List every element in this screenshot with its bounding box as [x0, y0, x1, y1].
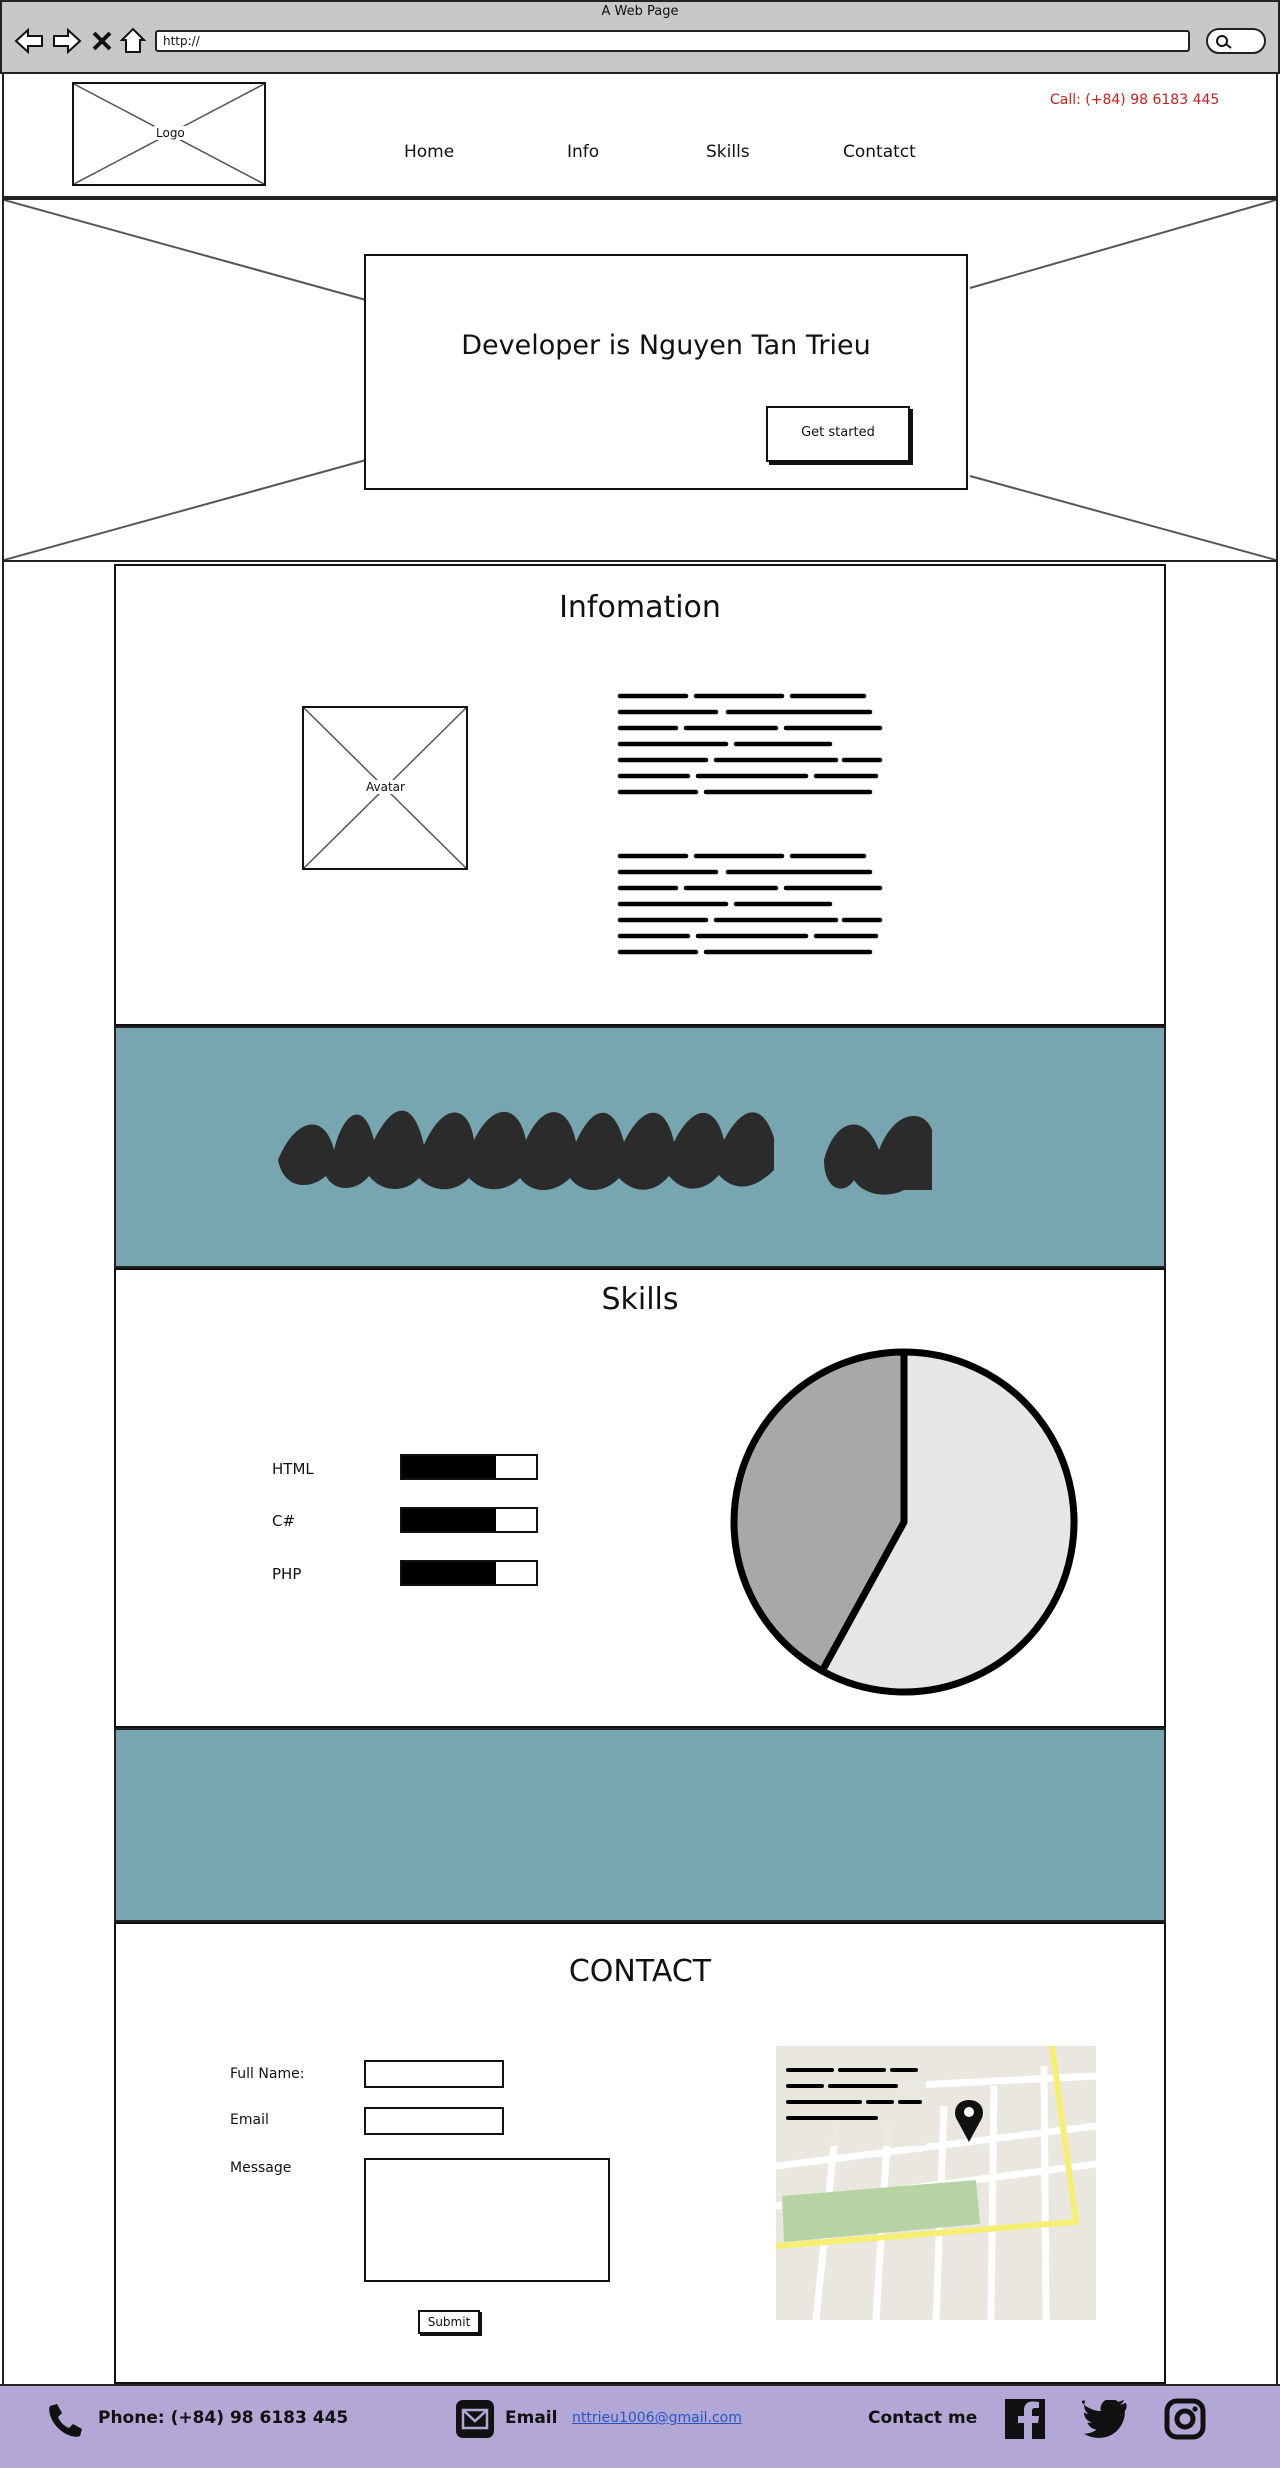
- avatar-label: Avatar: [364, 780, 407, 794]
- skills-title: Skills: [601, 1282, 679, 1317]
- footer-phone[interactable]: Phone: (+84) 98 6183 445: [98, 2408, 348, 2428]
- browser-search-box[interactable]: [1206, 28, 1266, 54]
- skill-bar-php: [400, 1560, 538, 1586]
- phone-icon: [49, 2404, 82, 2437]
- nav-home[interactable]: Home: [404, 142, 454, 162]
- call-number[interactable]: Call: (+84) 98 6183 445: [1050, 92, 1219, 108]
- home-icon[interactable]: [119, 27, 147, 53]
- skill-name-html: HTML: [272, 1460, 314, 1478]
- footer-email-link[interactable]: nttrieu1006@gmail.com: [572, 2410, 742, 2426]
- avatar-placeholder: Avatar: [302, 706, 468, 870]
- banner-scribble: [278, 1110, 932, 1195]
- logo-label: Logo: [154, 126, 187, 140]
- footer-contact-me: Contact me: [868, 2408, 978, 2428]
- url-input[interactable]: http://: [155, 30, 1190, 52]
- browser-nav-buttons: [14, 27, 147, 55]
- footer-email-label: Email: [505, 2408, 558, 2428]
- skill-bar-fill: [402, 1509, 496, 1531]
- map-widget[interactable]: [776, 2046, 1096, 2320]
- message-label: Message: [230, 2160, 292, 2176]
- skills-pie-chart: [730, 1348, 1078, 1696]
- skill-bar-html: [400, 1454, 538, 1480]
- frame-line-right: [1276, 562, 1278, 2384]
- skill-bar-fill: [402, 1562, 496, 1584]
- hero-title: Developer is Nguyen Tan Trieu: [461, 330, 871, 361]
- submit-button[interactable]: Submit: [418, 2310, 480, 2334]
- close-icon[interactable]: [92, 31, 112, 51]
- get-started-button[interactable]: Get started: [766, 406, 910, 462]
- nav-info[interactable]: Info: [567, 142, 599, 162]
- facebook-icon[interactable]: [1004, 2398, 1046, 2440]
- info-text-scribble: [617, 693, 883, 955]
- search-icon: [1216, 35, 1232, 49]
- contact-title: CONTACT: [568, 1954, 712, 1989]
- nav-contact[interactable]: Contatct: [843, 142, 916, 162]
- forward-icon[interactable]: [53, 27, 82, 55]
- frame-line-left: [2, 562, 4, 2384]
- full-name-input[interactable]: [364, 2060, 504, 2088]
- skill-bar-fill: [402, 1456, 496, 1478]
- logo-placeholder[interactable]: Logo: [72, 82, 266, 186]
- info-title: Infomation: [559, 590, 721, 625]
- message-textarea[interactable]: [364, 2158, 610, 2282]
- skill-name-csharp: C#: [272, 1512, 296, 1530]
- instagram-icon[interactable]: [1164, 2398, 1206, 2440]
- banner-2: [114, 1728, 1166, 1922]
- skill-bar-csharp: [400, 1507, 538, 1533]
- envelope-icon: [456, 2400, 494, 2438]
- email-label: Email: [230, 2112, 269, 2128]
- skill-name-php: PHP: [272, 1565, 302, 1583]
- full-name-label: Full Name:: [230, 2066, 305, 2082]
- twitter-icon[interactable]: [1082, 2400, 1128, 2440]
- map-graphic: [776, 2046, 1096, 2320]
- nav-skills[interactable]: Skills: [706, 142, 750, 162]
- window-title: A Web Page: [601, 4, 679, 19]
- email-input[interactable]: [364, 2107, 504, 2135]
- back-icon[interactable]: [14, 27, 43, 55]
